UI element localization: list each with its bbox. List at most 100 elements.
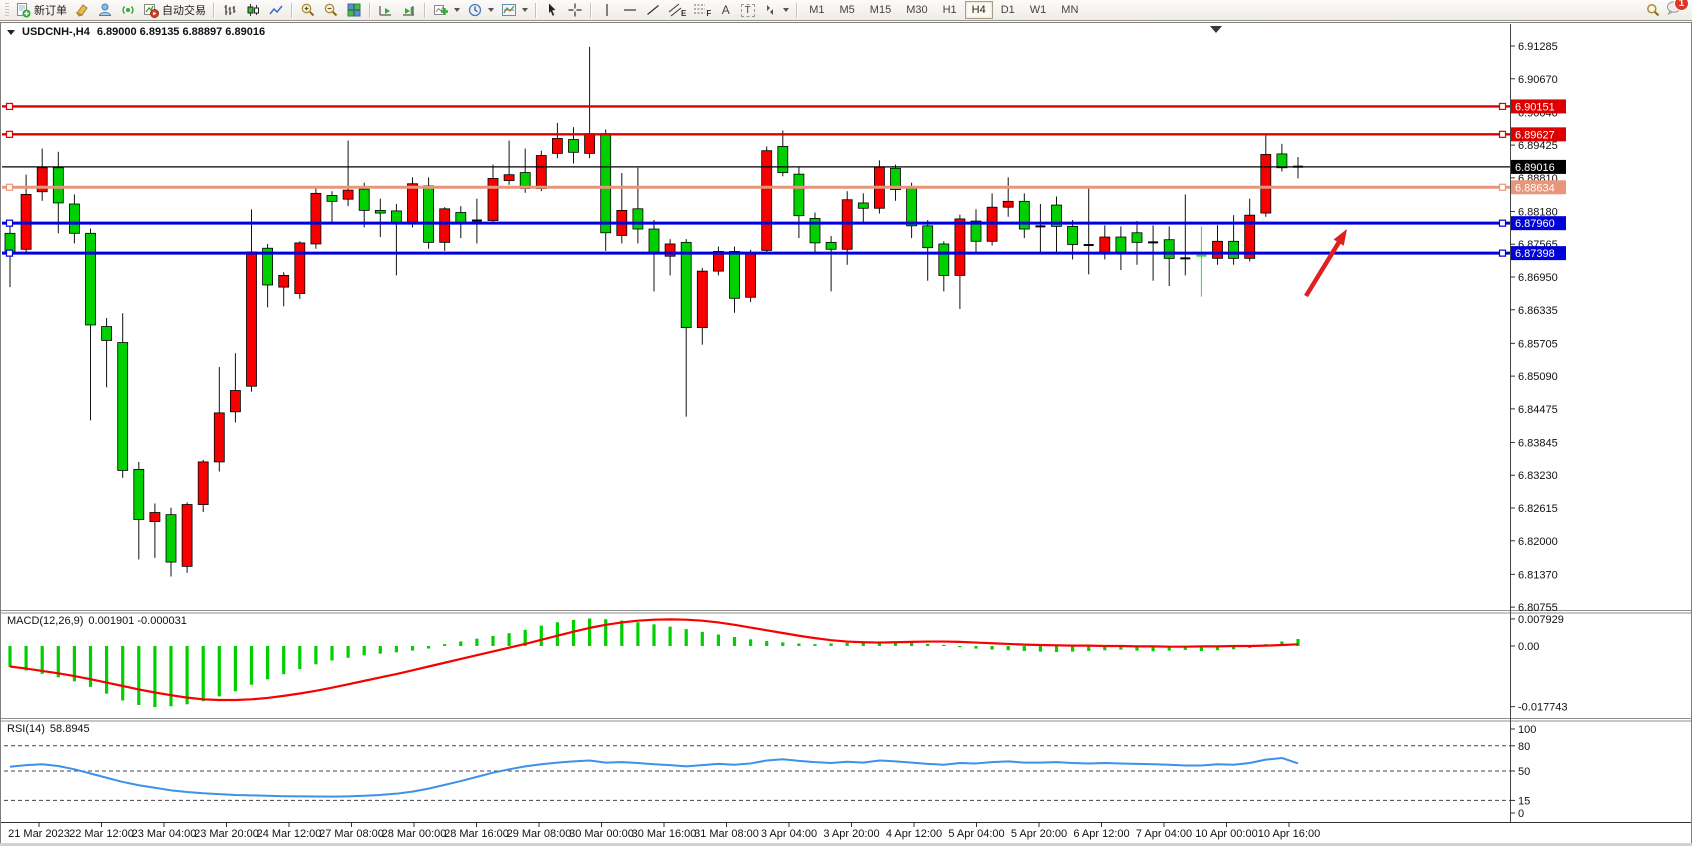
line-chart-button[interactable] (265, 1, 287, 20)
candle-bearish (375, 210, 385, 213)
time-tick-label: 3 Apr 04:00 (761, 828, 817, 840)
line-anchor-handle[interactable] (7, 220, 13, 226)
channel-button[interactable]: E (665, 1, 689, 20)
candle-bearish (778, 146, 788, 172)
rsi-tick-label: 15 (1518, 795, 1530, 807)
candlestick-button[interactable] (242, 1, 264, 20)
rsi-tick-label: 0 (1518, 808, 1524, 820)
crosshair-icon (567, 2, 583, 18)
zoom-in-icon (300, 2, 316, 18)
line-anchor-handle[interactable] (1500, 250, 1506, 256)
candle-bullish (697, 271, 707, 327)
search-button[interactable] (1642, 1, 1664, 20)
bar-chart-icon (222, 2, 238, 18)
bar-chart-button[interactable] (219, 1, 241, 20)
candle-bearish (923, 226, 933, 248)
candle-bullish (150, 513, 160, 522)
candle-bearish (456, 213, 466, 223)
timeframe-m15-button[interactable]: M15 (863, 1, 898, 19)
indicators-button[interactable] (430, 1, 463, 20)
fibonacci-button[interactable]: F (690, 1, 714, 20)
line-chart-icon (268, 2, 284, 18)
price-level-badge-label: 6.90151 (1515, 101, 1555, 113)
time-tick-label: 4 Apr 12:00 (886, 828, 942, 840)
chevron-down-icon (522, 8, 528, 12)
line-anchor-handle[interactable] (1500, 184, 1506, 190)
candle-bearish (69, 204, 79, 233)
channel-icon (668, 2, 682, 18)
timeframe-mn-button[interactable]: MN (1054, 1, 1085, 19)
line-anchor-handle[interactable] (7, 250, 13, 256)
rsi-value: 58.8945 (50, 723, 90, 735)
chart-canvas[interactable]: 6.912856.906706.900406.894256.888106.881… (0, 0, 1692, 846)
candle-bearish (86, 233, 96, 325)
line-anchor-handle[interactable] (1500, 103, 1506, 109)
timeframe-m1-button[interactable]: M1 (802, 1, 831, 19)
auto-trading-button[interactable]: 自动交易 (140, 1, 209, 20)
zoom-out-icon (323, 2, 339, 18)
time-tick-label: 23 Mar 04:00 (132, 828, 197, 840)
candle-bearish (681, 242, 691, 327)
candle-bullish (488, 178, 498, 220)
symbol-dropdown-icon[interactable] (7, 30, 15, 35)
highlighter-button[interactable] (71, 1, 93, 20)
arrows-tool-button[interactable] (759, 1, 792, 20)
timeframe-w1-button[interactable]: W1 (1023, 1, 1054, 19)
timeframe-d1-button[interactable]: D1 (994, 1, 1022, 19)
highlighter-icon (74, 2, 90, 18)
zoom-in-button[interactable] (297, 1, 319, 20)
price-tick-label: 6.89425 (1518, 140, 1558, 152)
vertical-line-button[interactable] (596, 1, 618, 20)
time-tick-label: 6 Apr 12:00 (1073, 828, 1129, 840)
price-tick-label: 6.86950 (1518, 272, 1558, 284)
candle-bullish (214, 413, 224, 462)
chevron-down-icon (454, 8, 460, 12)
candle-bullish (311, 193, 321, 244)
signal-button[interactable] (117, 1, 139, 20)
text-label-button[interactable]: T (737, 1, 758, 20)
ohlc-values: 6.89000 6.89135 6.88897 6.89016 (97, 26, 265, 38)
line-anchor-handle[interactable] (1500, 220, 1506, 226)
candle-bullish (1003, 201, 1013, 207)
crosshair-button[interactable] (564, 1, 586, 20)
templates-button[interactable] (498, 1, 531, 20)
candle-bullish (504, 175, 514, 181)
horizontal-line-button[interactable] (619, 1, 641, 20)
line-anchor-handle[interactable] (1500, 131, 1506, 137)
candle-bullish (552, 138, 562, 153)
toolbar-drag-handle[interactable] (5, 3, 9, 17)
tile-windows-button[interactable] (343, 1, 365, 20)
arrows-tool-icon (762, 2, 778, 18)
candle-bearish (1277, 154, 1287, 168)
clock-icon (467, 2, 483, 18)
timeframe-h4-button[interactable]: H4 (965, 1, 993, 19)
toolbar-separator (590, 3, 592, 18)
candle-bearish (826, 242, 836, 249)
auto-trading-label: 自动交易 (162, 2, 206, 18)
price-tick-label: 6.82615 (1518, 503, 1558, 515)
line-anchor-handle[interactable] (7, 103, 13, 109)
toolbar-separator (369, 3, 371, 18)
cursor-button[interactable] (541, 1, 563, 20)
text-button[interactable]: A (715, 1, 736, 20)
candle-bearish (327, 195, 337, 201)
line-anchor-handle[interactable] (7, 184, 13, 190)
cursor-icon (544, 2, 560, 18)
new-order-button[interactable]: 新订单 (12, 1, 70, 20)
trendline-button[interactable] (642, 1, 664, 20)
candle-bearish (391, 211, 401, 223)
candle-bearish (424, 186, 434, 242)
timeframe-group: M1M5M15M30H1H4D1W1MN (802, 1, 1085, 19)
periods-button[interactable] (464, 1, 497, 20)
line-anchor-handle[interactable] (7, 131, 13, 137)
timeframe-h1-button[interactable]: H1 (936, 1, 964, 19)
timeframe-m5-button[interactable]: M5 (833, 1, 862, 19)
chart-shift-button[interactable] (398, 1, 420, 20)
time-tick-label: 30 Mar 16:00 (632, 828, 697, 840)
candle-bearish (907, 187, 917, 225)
chat-button[interactable]: 1 (1665, 0, 1683, 21)
zoom-out-button[interactable] (320, 1, 342, 20)
auto-scroll-button[interactable] (375, 1, 397, 20)
profile-button[interactable] (94, 1, 116, 20)
timeframe-m30-button[interactable]: M30 (899, 1, 934, 19)
